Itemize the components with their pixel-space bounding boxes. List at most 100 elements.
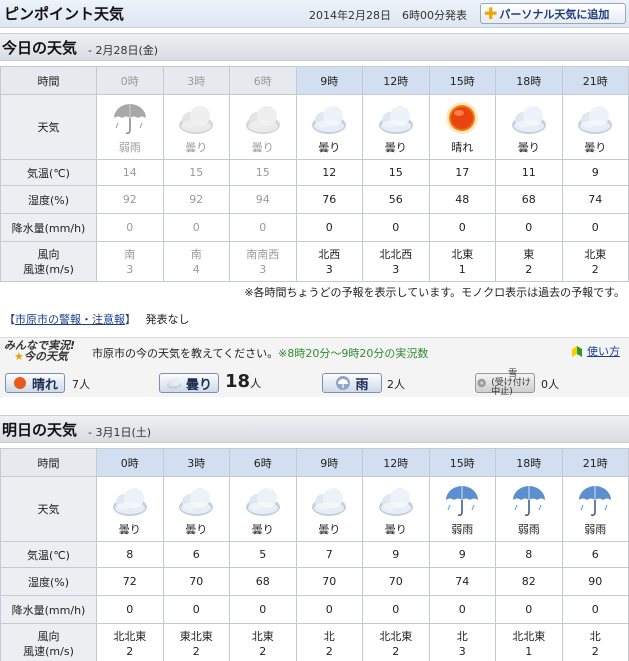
wind-cell: 北北東 2: [96, 623, 164, 661]
weather-text: 曇り: [517, 141, 540, 154]
rain-umbrella-icon: [446, 486, 479, 516]
precipitation-cell: 0: [428, 213, 496, 242]
howto-label: 使い方: [587, 345, 620, 358]
wind-direction: 北東: [451, 247, 474, 261]
vote-snow-button[interactable]: ✳ 雪 (受け付け中止): [475, 369, 535, 396]
wind-cell: 南南西 3: [229, 241, 297, 282]
precipitation-label: 降水量(mm/h): [0, 213, 97, 242]
temperature-cell: 14: [96, 159, 164, 186]
weather-text: 曇り: [384, 523, 407, 536]
precipitation-cell: 0: [162, 213, 230, 242]
weather-text: 弱雨: [517, 523, 540, 536]
cloud-icon: [245, 488, 280, 516]
snowflake-icon: ✳: [477, 378, 486, 388]
wind-speed: 3: [458, 644, 466, 658]
sun-icon: [13, 377, 26, 389]
today-heading: 今日の天気: [2, 39, 78, 57]
weather-cell: 弱雨: [96, 94, 164, 160]
humidity-row: 湿度(%) 72 70 68 70 70 74 82 90: [0, 567, 629, 596]
precipitation-cell: 0: [229, 213, 297, 242]
weather-row: 天気 弱雨 曇り 曇り 曇り 曇り 晴れ 曇り 曇り: [0, 94, 629, 160]
precipitation-cell: 0: [162, 595, 230, 624]
wind-speed: 3: [392, 262, 400, 276]
svg-text:✳: ✳: [479, 380, 484, 387]
cloud-icon: [378, 488, 413, 516]
today-section-header: 今日の天気 - 2月28日(金): [0, 33, 629, 61]
weather-cell: 曇り: [295, 476, 363, 542]
weather-text: 曇り: [118, 523, 141, 536]
vote-sunny-button[interactable]: 晴れ: [5, 373, 65, 393]
wind-row: 風向 風速(m/s) 南3 南4 南南西 3 北西 3 北北西 3 北東 1 東2 北東 2: [0, 241, 629, 282]
temperature-row: 気温(℃) 14 15 15 12 15 17 11 9: [0, 159, 629, 186]
vote-cloudy-button[interactable]: 曇り: [159, 373, 219, 393]
weather-cell: 曇り: [362, 476, 430, 542]
vote-rain-count: 2人: [387, 376, 405, 392]
count-value: 7: [72, 378, 79, 391]
time-cell: 21時: [561, 448, 629, 477]
snow-label-line2: (受け付け中止): [491, 377, 531, 397]
wind-speed: 2: [392, 644, 400, 658]
wind-speed-label: 風速(m/s): [23, 644, 74, 658]
precipitation-cell: 0: [561, 595, 629, 624]
weather-cell: 弱雨: [428, 476, 496, 542]
precipitation-cell: 0: [495, 213, 563, 242]
temperature-cell: 12: [295, 159, 363, 186]
warnings-link[interactable]: 市原市の警報・注意報: [15, 313, 125, 326]
weather-cell: 曇り: [561, 94, 629, 160]
wind-cell: 北3: [428, 623, 496, 661]
wind-speed: 2: [591, 644, 599, 658]
add-personal-weather-button[interactable]: ✚ パーソナル天気に追加: [480, 3, 626, 24]
star-icon: ★: [14, 350, 24, 363]
weather-text: 曇り: [251, 141, 274, 154]
temperature-cell: 6: [162, 541, 230, 568]
vote-sunny-label: 晴れ: [31, 377, 58, 393]
vote-sunny-count: 7人: [72, 376, 90, 392]
wind-direction: 北北東: [113, 629, 147, 643]
precipitation-cell: 0: [362, 213, 430, 242]
vote-rain-button[interactable]: 雨: [322, 373, 382, 393]
wind-speed: 2: [591, 262, 599, 276]
live-report-logo: みんなで実況! ★今の天気: [4, 340, 75, 362]
humidity-cell: 76: [295, 185, 363, 214]
time-cell: 9時: [295, 66, 363, 95]
time-cell: 18時: [495, 66, 563, 95]
weather-cell: 弱雨: [495, 476, 563, 542]
precipitation-cell: 0: [495, 595, 563, 624]
time-cell: 15時: [428, 448, 496, 477]
temperature-cell: 9: [428, 541, 496, 568]
alert-bracket-open: 【: [4, 313, 15, 326]
temperature-cell: 17: [428, 159, 496, 186]
report-prompt: 市原市の今の天気を教えてください。※8時20分〜9時20分の実況数: [92, 345, 428, 361]
wind-speed: 2: [525, 262, 533, 276]
weather-text: 曇り: [185, 523, 208, 536]
count-value: 0: [541, 378, 548, 391]
wind-speed: 1: [458, 262, 466, 276]
count-value: 2: [387, 378, 394, 391]
weather-text: 曇り: [384, 141, 407, 154]
time-cell: 12時: [362, 66, 430, 95]
time-cell: 18時: [495, 448, 563, 477]
cloud-icon: [378, 106, 413, 134]
time-cell: 0時: [96, 448, 164, 477]
weather-text: 弱雨: [451, 523, 474, 536]
precipitation-cell: 0: [96, 595, 164, 624]
temperature-cell: 8: [495, 541, 563, 568]
time-cell: 12時: [362, 448, 430, 477]
howto-link[interactable]: 使い方: [570, 343, 620, 359]
humidity-cell: 92: [96, 185, 164, 214]
precipitation-cell: 0: [561, 213, 629, 242]
humidity-cell: 94: [229, 185, 297, 214]
wind-speed: 3: [126, 262, 134, 276]
humidity-cell: 90: [561, 567, 629, 596]
wind-direction: 南: [124, 247, 136, 261]
weather-cell: 曇り: [495, 94, 563, 160]
temperature-cell: 15: [229, 159, 297, 186]
cloud-icon: [511, 106, 546, 134]
humidity-row: 湿度(%) 92 92 94 76 56 48 68 74: [0, 185, 629, 214]
rain-umbrella-icon: [113, 104, 146, 134]
time-cell: 6時: [229, 66, 297, 95]
wind-direction: 北北東: [512, 629, 546, 643]
precipitation-cell: 0: [229, 595, 297, 624]
tomorrow-section-header: 明日の天気 - 3月1日(土): [0, 415, 629, 443]
wind-speed: 3: [325, 262, 333, 276]
